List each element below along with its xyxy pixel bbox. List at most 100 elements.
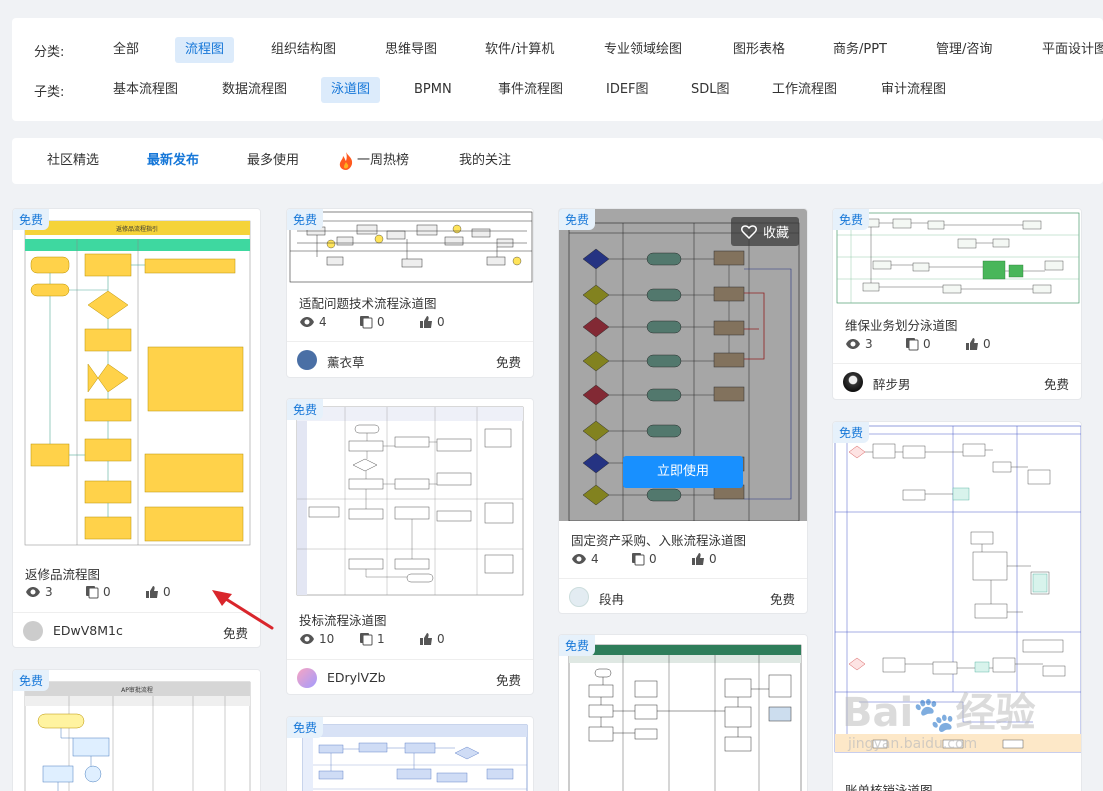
copy-count: 0 [377,315,385,329]
template-title[interactable]: 适配问题技术流程泳道图 [299,293,437,312]
price-label: 免费 [495,673,521,688]
category-software[interactable]: 软件/计算机 [475,37,564,63]
favorite-button[interactable]: 收藏 [730,217,799,246]
template-stats: 4 0 0 [299,315,479,329]
template-stats: 3 0 0 [25,585,205,599]
template-title[interactable]: 固定资产采购、入账流程泳道图 [571,530,746,549]
template-thumbnail[interactable] [833,209,1081,307]
template-thumbnail[interactable] [287,399,533,599]
favorite-label: 收藏 [762,226,789,241]
author-name[interactable]: 段冉 [599,589,624,608]
eye-icon [300,634,314,644]
template-stats: 4 0 0 [571,552,751,566]
avatar[interactable] [297,350,317,370]
swimlane-preview [296,406,524,596]
category-all[interactable]: 全部 [103,37,149,63]
sub-sdl[interactable]: SDL图 [681,77,740,103]
template-card[interactable]: 免费 投标流程泳道图 10 1 0 EDrylVZb 免费 [286,398,534,695]
tab-community[interactable]: 社区精选 [47,138,99,184]
template-thumbnail[interactable] [287,209,533,287]
use-now-button[interactable]: 立即使用 [623,456,743,488]
author-name[interactable]: 醉步男 [873,374,911,393]
category-graphic-design[interactable]: 平面设计图 [1032,37,1103,63]
template-thumbnail[interactable] [559,635,807,791]
view-count: 4 [319,315,327,329]
copy-count: 0 [103,585,111,599]
sub-event-flow[interactable]: 事件流程图 [488,77,573,103]
swimlane-preview [302,724,528,791]
template-card[interactable]: 免费 AP审批流程 [12,669,261,791]
sort-tabs: 社区精选 最新发布 最多使用 一周热榜 我的关注 [12,138,1103,184]
template-title[interactable]: 返修品流程图 [25,564,100,583]
baidu-watermark-url: jingyan.baidu.com [848,736,978,752]
template-card[interactable]: 免费 [558,634,808,791]
template-stats: 3 0 0 [845,337,1025,351]
category-business-ppt[interactable]: 商务/PPT [823,37,897,63]
tab-most-used[interactable]: 最多使用 [247,138,299,184]
category-org-chart[interactable]: 组织结构图 [261,37,346,63]
category-flowchart[interactable]: 流程图 [175,37,235,63]
heart-icon [741,224,757,239]
sub-audit[interactable]: 审计流程图 [871,77,956,103]
sub-data-flow[interactable]: 数据流程图 [212,77,297,103]
template-title[interactable]: 账单核销泳道图 [845,780,933,791]
view-count: 10 [319,632,335,646]
free-badge: 免费 [13,209,50,230]
sub-swimlane[interactable]: 泳道图 [321,77,381,103]
copy-icon [906,338,919,351]
flowchart-preview: 返修品流程指引 [24,220,251,546]
tab-newest[interactable]: 最新发布 [147,138,199,184]
category-professional[interactable]: 专业领域绘图 [594,37,692,63]
price-label: 免费 [495,355,521,370]
template-title[interactable]: 维保业务划分泳道图 [845,315,958,334]
swimlane-preview [289,211,533,283]
copy-icon [360,633,373,646]
like-count: 0 [709,552,717,566]
template-card[interactable]: 免费 维保业务划分泳道图 3 0 0 醉步男 免费 [832,208,1082,400]
swimlane-preview: AP审批流程 [24,681,251,791]
sub-bpmn[interactable]: BPMN [404,77,462,103]
tab-following[interactable]: 我的关注 [459,138,511,184]
sub-workflow[interactable]: 工作流程图 [762,77,847,103]
copy-icon [86,586,99,599]
filter-panel: 分类: 全部 流程图 组织结构图 思维导图 软件/计算机 专业领域绘图 图形表格… [12,18,1103,121]
template-thumbnail[interactable]: AP审批流程 [13,670,260,791]
category-management[interactable]: 管理/咨询 [926,37,1002,63]
avatar[interactable] [569,587,589,607]
card-footer: 薰衣草 免费 [287,341,533,377]
author-name[interactable]: EDwV8M1c [53,623,123,638]
copy-icon [360,316,373,329]
template-title[interactable]: 投标流程泳道图 [299,610,387,629]
avatar[interactable] [843,372,863,392]
thumbs-up-icon [420,633,432,645]
view-count: 4 [591,552,599,566]
template-thumbnail[interactable] [287,717,533,791]
sub-basic-flowchart[interactable]: 基本流程图 [103,77,188,103]
template-thumbnail[interactable]: 返修品流程指引 [13,209,260,554]
category-graphic-table[interactable]: 图形表格 [723,37,795,63]
copy-count: 0 [649,552,657,566]
subcategory-label: 子类: [34,84,65,100]
category-mind-map[interactable]: 思维导图 [375,37,447,63]
card-footer: 段冉 免费 [559,578,807,613]
template-card[interactable]: 免费 适配问题技术流程泳道图 4 0 0 薰衣草 免费 [286,208,534,378]
thumbs-up-icon [146,586,158,598]
tab-weekly-hot[interactable]: 一周热榜 [337,138,409,184]
sub-idef[interactable]: IDEF图 [596,77,659,103]
template-card[interactable]: 免费 收藏 立即使用 固定资产采购、入账流程泳道图 4 0 0 段冉 免费 [558,208,808,614]
view-count: 3 [45,585,53,599]
author-name[interactable]: EDrylVZb [327,670,386,685]
template-card[interactable]: 免费 返修品流程指引 返修品流程图 3 0 0 EDwV8M1c 免费 [12,208,261,648]
avatar[interactable] [297,668,317,688]
eye-icon [300,317,314,327]
copy-count: 0 [923,337,931,351]
eye-icon [26,587,40,597]
author-name[interactable]: 薰衣草 [327,352,365,371]
thumb-heading: 返修品流程指引 [116,225,158,233]
avatar[interactable] [23,621,43,641]
eye-icon [846,339,860,349]
like-count: 0 [983,337,991,351]
template-card[interactable]: 免费 [286,716,534,791]
thumbs-up-icon [420,316,432,328]
like-count: 0 [163,585,171,599]
